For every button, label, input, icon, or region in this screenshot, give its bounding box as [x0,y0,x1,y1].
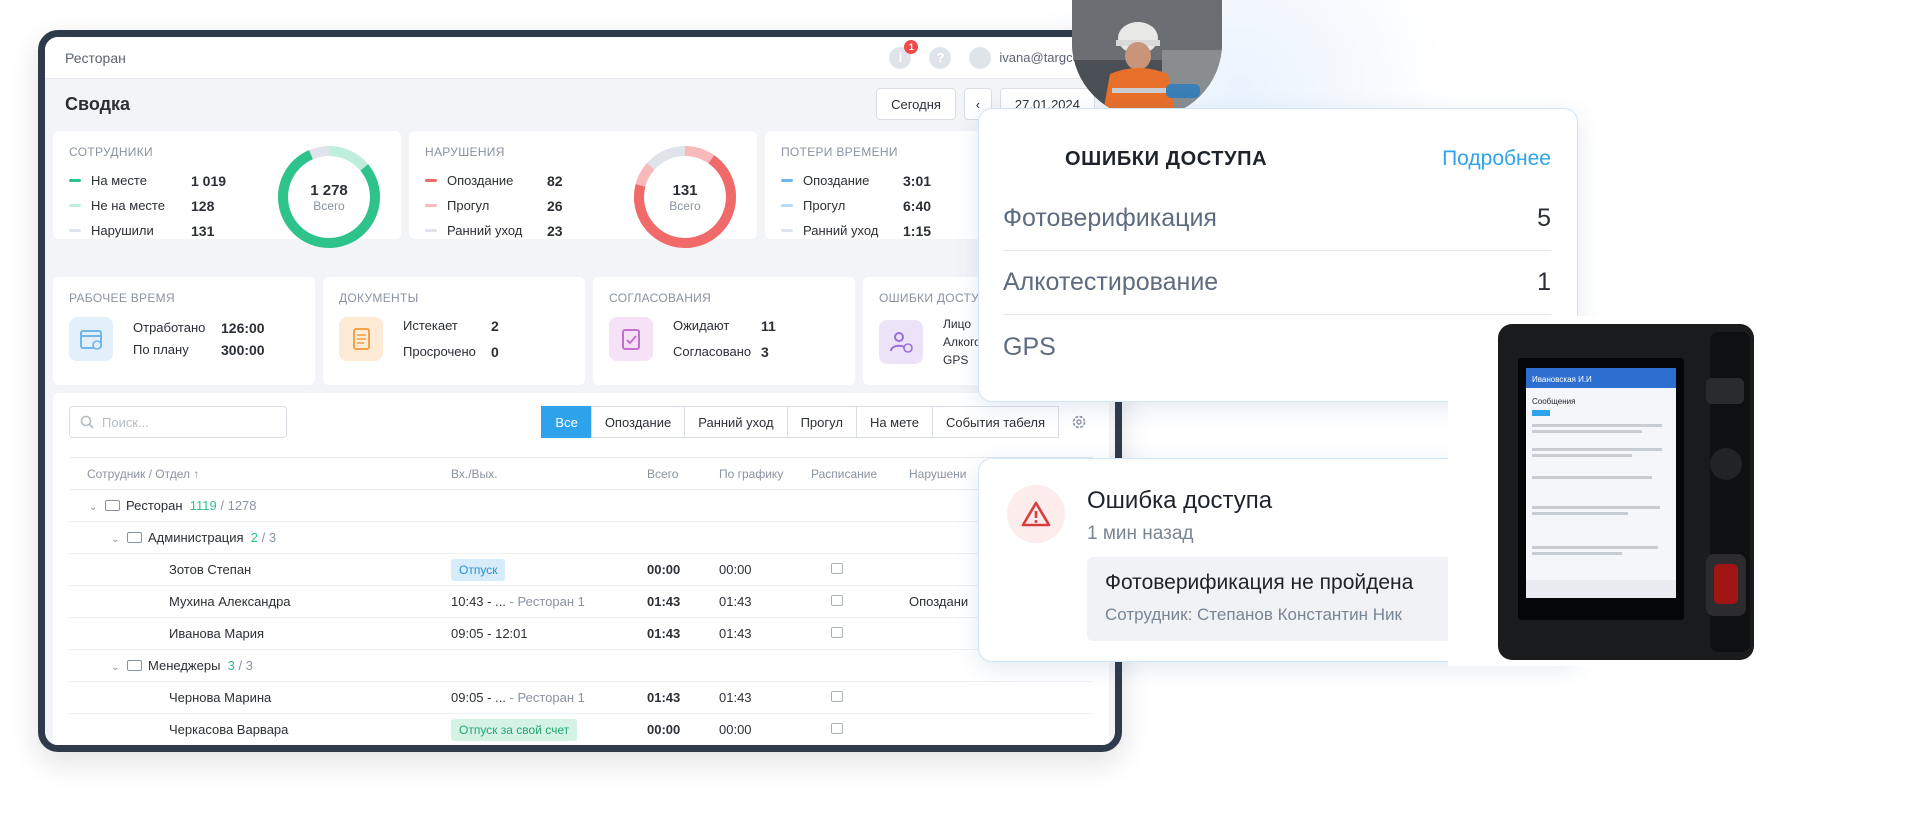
warning-icon [1007,485,1065,543]
table-row[interactable]: Зотов Степан Отпуск 00:00 00:00 [69,553,1093,586]
help-icon[interactable]: ? [929,46,952,69]
employees-table: Сотрудник / Отдел ↑ Вх./Вых. Всего По гр… [69,457,1093,745]
page-title: Сводка [65,93,131,114]
status-badge: Отпуск [451,558,506,581]
col-plan[interactable]: По графику [719,457,811,490]
col-employee[interactable]: Сотрудник / Отдел ↑ [69,457,451,490]
access-errors-title: ОШИБКИ ДОСТУПА [1065,147,1268,170]
more-link[interactable]: Подробнее [1442,147,1551,171]
secondary-cards: РАБОЧЕЕ ВРЕМЯ Отработано 126:00 По плану 3… [53,277,1115,385]
gear-icon[interactable] [1065,406,1093,438]
dashboard-window: Ресторан i1 ? ivana@targcontr Сводка Сег… [38,30,1122,752]
approvals-card[interactable]: СОГЛАСОВАНИЯ Ожидают 11 Согласовано 3 [593,277,855,385]
chevron-down-icon: ⌄ [111,662,120,673]
calendar-icon [831,595,843,606]
folder-icon [127,660,142,671]
org-title: Ресторан [65,49,126,66]
access-error-row[interactable]: Алкотестирование 1 [1003,251,1551,315]
calendar-icon [831,691,843,702]
today-button[interactable]: Сегодня [876,88,956,120]
notification-badge: 1 [904,39,919,54]
stage: Ресторан i1 ? ivana@targcontr Сводка Сег… [0,0,1920,822]
table-row[interactable]: Черкасова Варвара Отпуск за свой счет 00… [69,713,1093,745]
tab-on-site[interactable]: На мете [855,406,933,438]
calendar-icon [831,723,843,734]
calendar-icon [831,563,843,574]
chevron-down-icon: ⌄ [111,534,120,545]
user-block-icon [879,320,923,364]
info-icon[interactable]: i1 [889,39,919,69]
access-error-row[interactable]: Фотоверификация 5 [1003,187,1551,251]
top-bar: Ресторан i1 ? ivana@targcontr [45,37,1115,79]
search-input[interactable]: Поиск... [69,406,287,438]
col-total[interactable]: Всего [647,457,719,490]
document-icon [339,317,383,361]
tab-late[interactable]: Опоздание [590,406,686,438]
violations-donut: 131 Всего [629,141,741,253]
notification-time: 1 мин назад [1087,523,1194,544]
worktime-card[interactable]: РАБОЧЕЕ ВРЕМЯ Отработано 126:00 По плану 3… [53,277,315,385]
status-badge: Отпуск за свой счет [451,718,578,741]
search-icon [80,415,94,429]
calendar-icon [69,317,113,361]
group-row[interactable]: ⌄ Администрация 2 / 3 [69,521,1093,554]
checklist-icon [609,317,653,361]
notification-title: Ошибка доступа [1087,487,1273,514]
filter-tabs: Все Опоздание Ранний уход Прогул На мете… [541,406,1059,438]
device-user: Ивановская И.И [1532,375,1592,384]
employees-table-panel: Поиск... Все Опоздание Ранний уход Прогу… [53,393,1109,745]
group-row[interactable]: ⌄ Менеджеры 3 / 3 [69,649,1093,682]
tab-early-leave[interactable]: Ранний уход [684,406,788,438]
table-row[interactable]: Чернова Марина 09:05 - ... - Ресторан 1 … [69,681,1093,714]
user-avatar-icon [969,46,992,69]
tab-absence[interactable]: Прогул [786,406,857,438]
tab-all[interactable]: Все [541,406,592,438]
col-inout[interactable]: Вх./Вых. [451,457,647,490]
group-row[interactable]: ⌄ Ресторан 1119 / 1278 [69,489,1093,522]
table-row[interactable]: Иванова Мария 09:05 - 12:01 01:43 01:43 [69,617,1093,650]
employees-donut: 1 278 Всего [273,141,385,253]
page-header: Сводка Сегодня ‹ 27.01.2024 [45,79,1115,129]
device-screen-title: Сообщения [1532,397,1575,406]
chevron-down-icon: ⌄ [89,502,98,513]
col-schedule[interactable]: Расписание [811,457,909,490]
calendar-icon [831,627,843,638]
folder-icon [127,532,142,543]
violations-card[interactable]: НАРУШЕНИЯ Опоздание 82 Прогул 26 Ранний ух… [409,131,757,248]
table-row[interactable]: Мухина Александра 10:43 - ... - Ресторан… [69,585,1093,618]
summary-cards: СОТРУДНИКИ На месте 1 019 Не на месте 128 … [53,131,1113,248]
tab-timesheet-events[interactable]: События табеля [931,406,1059,438]
documents-card[interactable]: ДОКУМЕНТЫ Истекает 2 Просрочено 0 [323,277,585,385]
access-terminal-image: Ивановская И.И Сообщения [1448,316,1796,666]
folder-icon [105,500,120,511]
employees-card[interactable]: СОТРУДНИКИ На месте 1 019 Не на месте 128 … [53,131,401,248]
